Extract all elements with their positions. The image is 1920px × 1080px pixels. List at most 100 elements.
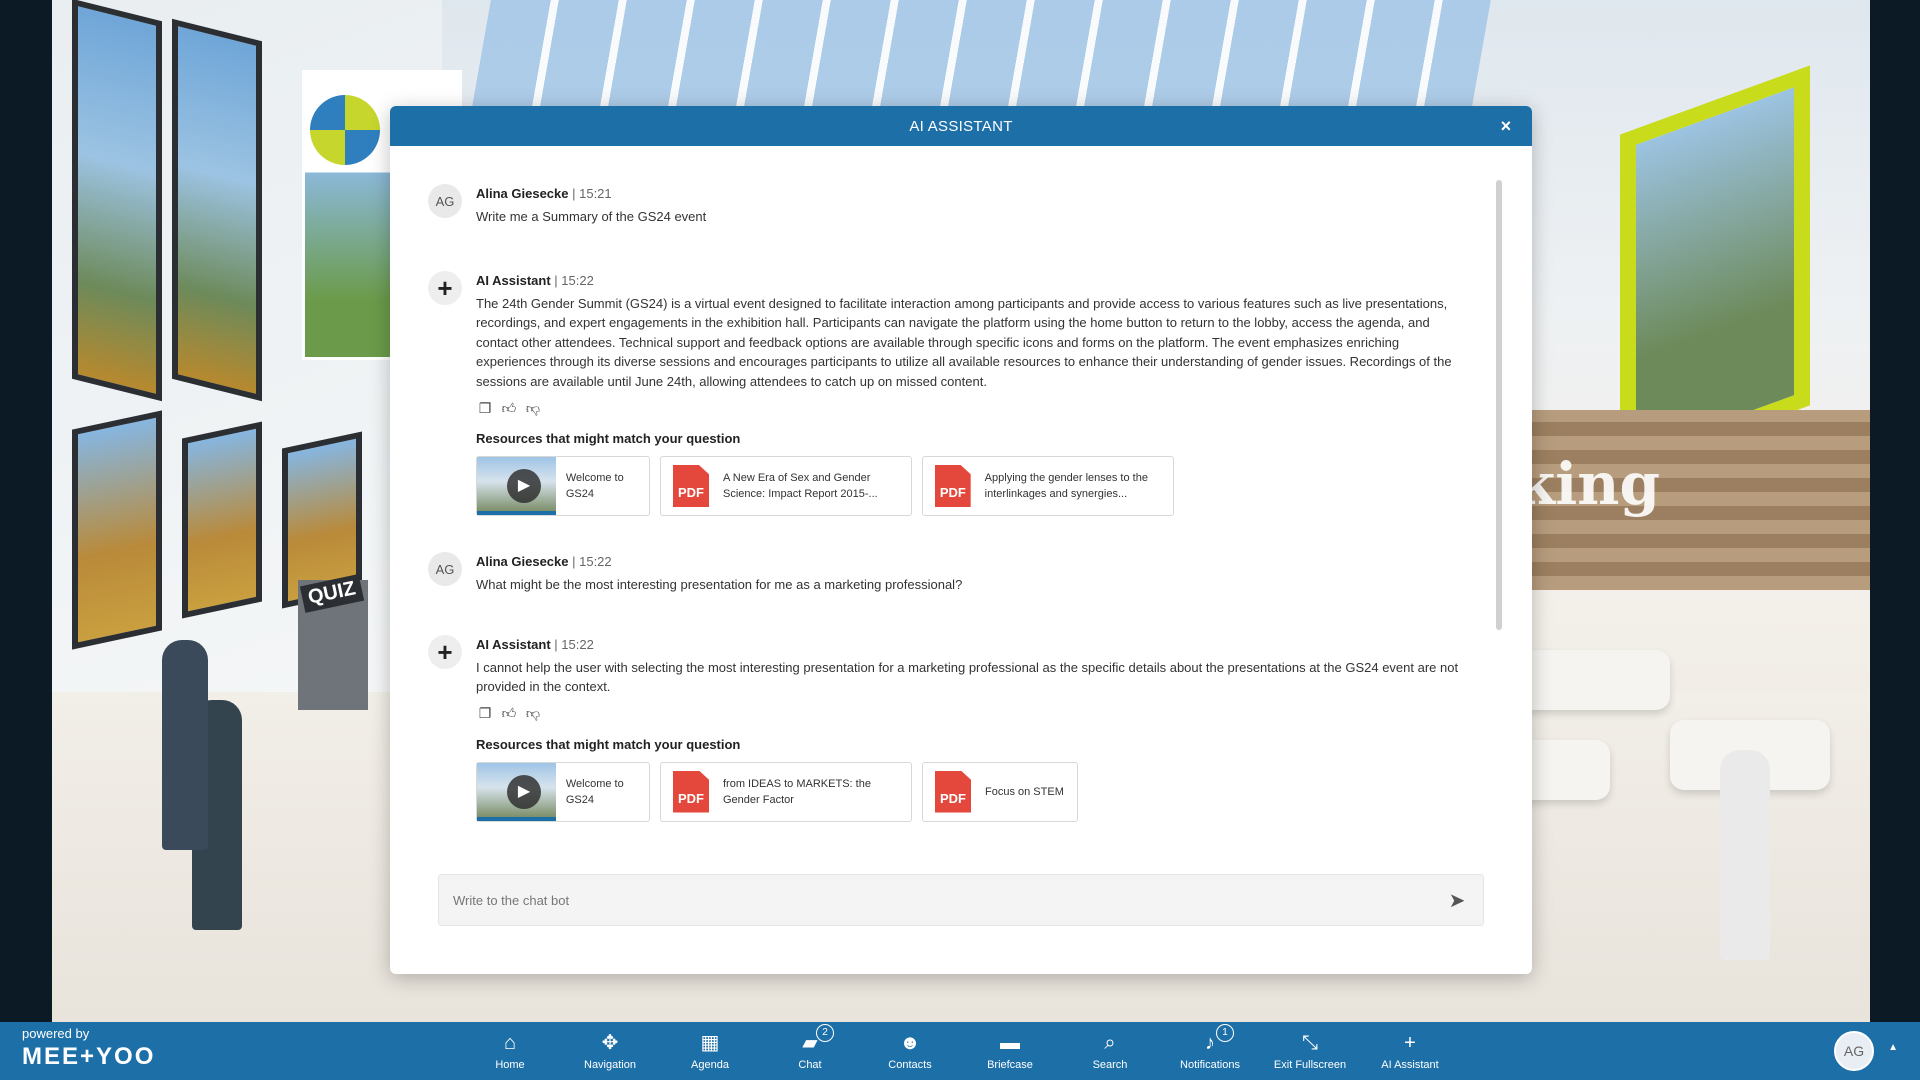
- avatar-person: [162, 640, 208, 850]
- resource-card-video[interactable]: ▶ Welcome to GS24: [476, 761, 650, 822]
- window: [72, 410, 162, 650]
- nav-label: Contacts: [888, 1059, 932, 1071]
- resource-label: from IDEAS to MARKETS: the Gender Factor: [723, 777, 871, 806]
- window: [172, 18, 262, 402]
- thumbs-up-icon[interactable]: 👍︎: [500, 399, 518, 417]
- nav-ai-assistant[interactable]: + AI Assistant: [1360, 1022, 1460, 1080]
- nav-label: Search: [1092, 1059, 1128, 1071]
- resource-label: Welcome to GS24: [565, 777, 624, 806]
- meetyoo-logo: MEE+YOO: [22, 1043, 156, 1070]
- navigation-icon: ✥: [601, 1032, 619, 1054]
- resource-label: A New Era of Sex and Gender Science: Imp…: [723, 472, 878, 500]
- thumbs-down-icon[interactable]: 👎︎: [524, 705, 542, 723]
- nav-contacts[interactable]: ☻ Contacts: [860, 1022, 960, 1080]
- user-profile-avatar[interactable]: AG: [1834, 1031, 1874, 1071]
- send-icon[interactable]: ➤: [1445, 888, 1469, 912]
- pdf-icon: PDF: [935, 770, 971, 813]
- search-icon: ⌕: [1104, 1032, 1116, 1054]
- event-logo: [310, 95, 380, 165]
- resource-card-video[interactable]: ▶ Welcome to GS24: [476, 456, 650, 516]
- thumbs-up-icon[interactable]: 👍︎: [500, 705, 518, 723]
- chat-message: AG Alina Giesecke | 15:22 What might be …: [428, 552, 1472, 595]
- nav-search[interactable]: ⌕ Search: [1060, 1022, 1160, 1080]
- nav-navigation[interactable]: ✥ Navigation: [560, 1022, 660, 1080]
- message-actions: ❐ 👍︎ 👎︎: [476, 399, 1472, 417]
- message-text: What might be the most interesting prese…: [476, 577, 963, 592]
- copy-icon[interactable]: ❐: [476, 399, 494, 417]
- sender-name: Alina Giesecke: [476, 186, 569, 201]
- chat-history[interactable]: AG Alina Giesecke | 15:21 Write me a Sum…: [390, 146, 1532, 866]
- dialog-header: AI ASSISTANT ×: [390, 106, 1532, 146]
- play-icon: ▶: [507, 774, 541, 809]
- resource-label: Applying the gender lenses to the interl…: [984, 472, 1148, 500]
- nav-briefcase[interactable]: ▬ Briefcase: [960, 1022, 1060, 1080]
- frame-left: [0, 0, 52, 1022]
- resources-title: Resources that might match your question: [476, 431, 741, 446]
- user-avatar: AG: [428, 552, 462, 586]
- brand: powered by MEE+YOO: [22, 1026, 155, 1071]
- copy-icon[interactable]: ❐: [476, 705, 494, 723]
- ai-avatar-icon: +: [428, 634, 462, 669]
- video-thumbnail: ▶: [477, 457, 556, 515]
- notifications-badge: 1: [1216, 1024, 1234, 1042]
- pdf-icon: PDF: [935, 465, 971, 507]
- video-thumbnail: ▶: [477, 762, 556, 821]
- contacts-icon: ☻: [899, 1032, 921, 1054]
- nav-home[interactable]: ⌂ Home: [460, 1022, 560, 1080]
- frame-right: [1870, 0, 1920, 1022]
- chat-badge: 2: [816, 1024, 834, 1042]
- user-avatar: AG: [428, 184, 462, 218]
- message-text: Write me a Summary of the GS24 event: [476, 209, 707, 224]
- resources-title: Resources that might match your question: [476, 736, 741, 752]
- exit-fullscreen-icon: ⤡: [1302, 1032, 1318, 1054]
- ceiling-skylight: [469, 0, 1495, 120]
- pdf-icon: PDF: [673, 465, 709, 507]
- chat-input-box: ➤: [438, 874, 1484, 926]
- nav-label: Exit Fullscreen: [1273, 1059, 1347, 1071]
- briefcase-icon: ▬: [1000, 1032, 1020, 1054]
- ai-avatar-icon: +: [428, 270, 462, 305]
- message-time: | 15:22: [554, 272, 594, 288]
- ai-assistant-dialog: AI ASSISTANT × AG Alina Giesecke | 15:21…: [390, 106, 1532, 974]
- nav-label: Briefcase: [987, 1059, 1033, 1071]
- message-time: | 15:22: [554, 636, 594, 652]
- window: [72, 0, 162, 402]
- sender-name: Alina Giesecke: [476, 554, 569, 569]
- chat-scrollbar[interactable]: [1496, 180, 1502, 630]
- ai-assistant-icon: +: [1404, 1032, 1416, 1054]
- message-time: | 15:21: [572, 186, 612, 201]
- chat-message: AG Alina Giesecke | 15:21 Write me a Sum…: [428, 184, 1472, 227]
- resources-list: ▶ Welcome to GS24 PDF A New Era of Sex a…: [476, 456, 1472, 516]
- play-icon: ▶: [507, 469, 541, 503]
- thumbs-down-icon[interactable]: 👎︎: [524, 399, 542, 417]
- resource-card-pdf[interactable]: PDF Applying the gender lenses to the in…: [922, 456, 1174, 516]
- chat-input[interactable]: [453, 892, 1445, 908]
- bell-icon: ♪: [1205, 1032, 1215, 1054]
- resource-card-pdf[interactable]: PDF Focus on STEM: [922, 761, 1078, 822]
- nav-label: AI Assistant: [1381, 1059, 1439, 1071]
- resource-label: Focus on STEM: [985, 785, 1064, 798]
- nav-label: Chat: [798, 1059, 822, 1071]
- close-icon[interactable]: ×: [1496, 116, 1516, 136]
- nav-chat[interactable]: ▰ 2 Chat: [760, 1022, 860, 1080]
- sender-name: AI Assistant: [476, 272, 551, 288]
- dialog-title: AI ASSISTANT: [909, 117, 1013, 135]
- main-nav: ⌂ Home ✥ Navigation ▦ Agenda ▰ 2 Chat ☻ …: [460, 1022, 1460, 1080]
- message-text: I cannot help the user with selecting th…: [476, 659, 1459, 695]
- nav-label: Notifications: [1180, 1059, 1240, 1071]
- window: [182, 421, 262, 619]
- calendar-icon: ▦: [700, 1032, 720, 1054]
- nav-label: Home: [495, 1059, 525, 1071]
- chat-message: + AI Assistant | 15:22 I cannot help the…: [428, 634, 1472, 822]
- resource-card-pdf[interactable]: PDF A New Era of Sex and Gender Science:…: [660, 456, 912, 516]
- nav-notifications[interactable]: ♪ 1 Notifications: [1160, 1022, 1260, 1080]
- resources-list: ▶ Welcome to GS24 PDF from IDEAS to MARK…: [476, 761, 1472, 822]
- nav-label: Navigation: [584, 1059, 636, 1071]
- caret-up-icon[interactable]: ▲: [1888, 1042, 1898, 1053]
- chat-message: + AI Assistant | 15:22 The 24th Gender S…: [428, 270, 1472, 516]
- sofa: [1520, 650, 1670, 710]
- nav-exit-fullscreen[interactable]: ⤡ Exit Fullscreen: [1260, 1022, 1360, 1080]
- nav-agenda[interactable]: ▦ Agenda: [660, 1022, 760, 1080]
- resource-card-pdf[interactable]: PDF from IDEAS to MARKETS: the Gender Fa…: [660, 761, 912, 822]
- nav-label: Agenda: [691, 1059, 729, 1071]
